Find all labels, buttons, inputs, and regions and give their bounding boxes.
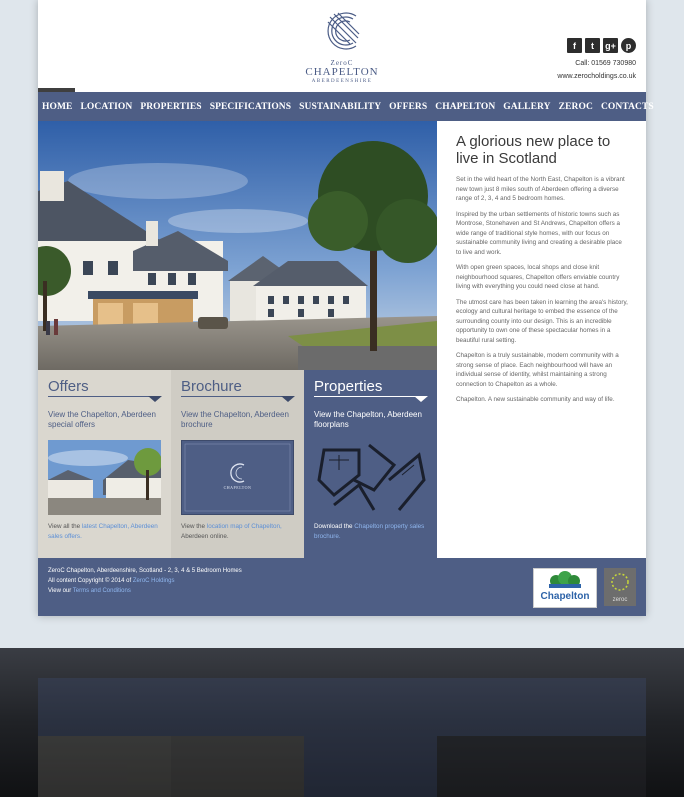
intro-paragraph: The utmost care has been taken in learni… xyxy=(456,298,628,344)
chapelton-c-mark-icon xyxy=(327,12,360,50)
nav-gallery[interactable]: GALLERY xyxy=(499,102,554,112)
nav-properties[interactable]: PROPERTIES xyxy=(136,102,205,112)
offers-footer-prefix: View all the xyxy=(48,523,82,530)
offers-title: Offers xyxy=(48,378,89,395)
hero-image xyxy=(38,121,437,370)
chapelton-logo[interactable]: ZeroC CHAPELTON ABERDEENSHIRE xyxy=(300,8,384,86)
nav-contacts[interactable]: CONTACTS xyxy=(597,102,658,112)
page-container: ZeroC CHAPELTON ABERDEENSHIRE f t g+ p C… xyxy=(38,0,654,616)
site-footer: ZeroC Chapelton, Aberdeenshire, Scotland… xyxy=(38,558,646,616)
pinterest-icon[interactable]: p xyxy=(621,38,636,53)
google-plus-icon[interactable]: g+ xyxy=(603,38,618,53)
offers-footer-text: View all the latest Chapelton, Aberdeen … xyxy=(48,522,166,541)
zeroc-holdings-link[interactable]: ZeroC Holdings xyxy=(133,578,175,584)
chevron-down-icon xyxy=(148,396,162,402)
copyright-text: All content Copyright © 2014 of xyxy=(48,578,133,584)
brochure-cover-name: CHAPELTON xyxy=(223,485,252,490)
nav-location[interactable]: LOCATION xyxy=(76,102,136,112)
intro-title: A glorious new place to live in Scotland xyxy=(456,133,611,167)
intro-paragraph: With open green spaces, local shops and … xyxy=(456,264,620,290)
nav-home[interactable]: HOME xyxy=(38,102,76,112)
twitter-icon[interactable]: t xyxy=(585,38,600,53)
zeroc-ring-icon xyxy=(611,573,629,591)
phone-number: Call: 01569 730980 xyxy=(575,60,636,67)
footer-copyright: All content Copyright © 2014 of ZeroC Ho… xyxy=(48,578,175,584)
logo-aberdeenshire-text: ABERDEENSHIRE xyxy=(311,79,373,84)
facebook-icon[interactable]: f xyxy=(567,38,582,53)
offers-divider xyxy=(48,396,161,397)
brochure-footer-prefix: View the xyxy=(181,523,207,530)
website-link[interactable]: www.zerocholdings.co.uk xyxy=(557,73,636,80)
footer-terms: View our Terms and Conditions xyxy=(48,588,131,594)
page-reflection xyxy=(0,648,684,797)
intro-paragraph: Chapelton. A new sustainable community a… xyxy=(456,396,615,403)
intro-paragraph: Inspired by the urban settlements of his… xyxy=(456,210,622,256)
properties-footer-text: Download the Chapelton property sales br… xyxy=(314,522,432,541)
nav-zeroc[interactable]: ZEROC xyxy=(555,102,597,112)
main-nav: HOME LOCATION PROPERTIES SPECIFICATIONS … xyxy=(38,92,654,121)
offers-box[interactable]: Offers View the Chapelton, Aberdeen spec… xyxy=(38,370,171,558)
properties-box[interactable]: Properties View the Chapelton, Aberdeen … xyxy=(304,370,437,558)
brochure-cover-thumbnail[interactable]: CHAPELTON xyxy=(181,440,294,515)
brochure-title: Brochure xyxy=(181,378,242,395)
brochure-divider xyxy=(181,396,294,397)
brochure-box[interactable]: Brochure View the Chapelton, Aberdeen br… xyxy=(171,370,304,558)
terms-prefix: View our xyxy=(48,588,73,594)
floorplan-thumbnail[interactable] xyxy=(314,440,427,515)
properties-footer-prefix: Download the xyxy=(314,523,355,530)
intro-paragraph: Set in the wild heart of the North East,… xyxy=(456,176,625,202)
properties-description: View the Chapelton, Aberdeen floorplans xyxy=(314,410,422,429)
offers-thumbnail[interactable] xyxy=(48,440,161,515)
social-links: f t g+ p xyxy=(567,38,636,53)
intro-paragraph: Chapelton is a truly sustainable, modern… xyxy=(456,352,619,388)
nav-offers[interactable]: OFFERS xyxy=(385,102,431,112)
intro-panel: A glorious new place to live in Scotland… xyxy=(456,133,628,411)
nav-specifications[interactable]: SPECIFICATIONS xyxy=(206,102,295,112)
chapelton-footer-logo[interactable]: Chapelton xyxy=(533,568,597,608)
brochure-description: View the Chapelton, Aberdeen brochure xyxy=(181,410,289,429)
location-map-link[interactable]: location map of Chapelton, xyxy=(207,523,282,530)
zeroc-footer-logo[interactable]: zeroc xyxy=(604,568,636,606)
chevron-down-icon xyxy=(414,396,428,402)
site-header: ZeroC CHAPELTON ABERDEENSHIRE f t g+ p C… xyxy=(38,0,646,92)
brochure-footer-suffix: Aberdeen online. xyxy=(181,532,229,540)
zeroc-logo-text: zeroc xyxy=(612,597,628,603)
chapelton-logo-text: Chapelton xyxy=(540,591,590,602)
chapelton-tree-icon xyxy=(549,571,581,588)
logo-chapelton-text: CHAPELTON xyxy=(305,66,379,78)
properties-divider xyxy=(314,396,427,397)
offers-description: View the Chapelton, Aberdeen special off… xyxy=(48,410,156,429)
nav-chapelton[interactable]: CHAPELTON xyxy=(431,102,499,112)
footer-tagline: ZeroC Chapelton, Aberdeenshire, Scotland… xyxy=(48,568,242,574)
terms-link[interactable]: Terms and Conditions xyxy=(73,588,131,594)
brochure-footer-text: View the location map of Chapelton, Aber… xyxy=(181,522,299,541)
chevron-down-icon xyxy=(281,396,295,402)
nav-sustainability[interactable]: SUSTAINABILITY xyxy=(295,102,385,112)
properties-title: Properties xyxy=(314,378,383,395)
